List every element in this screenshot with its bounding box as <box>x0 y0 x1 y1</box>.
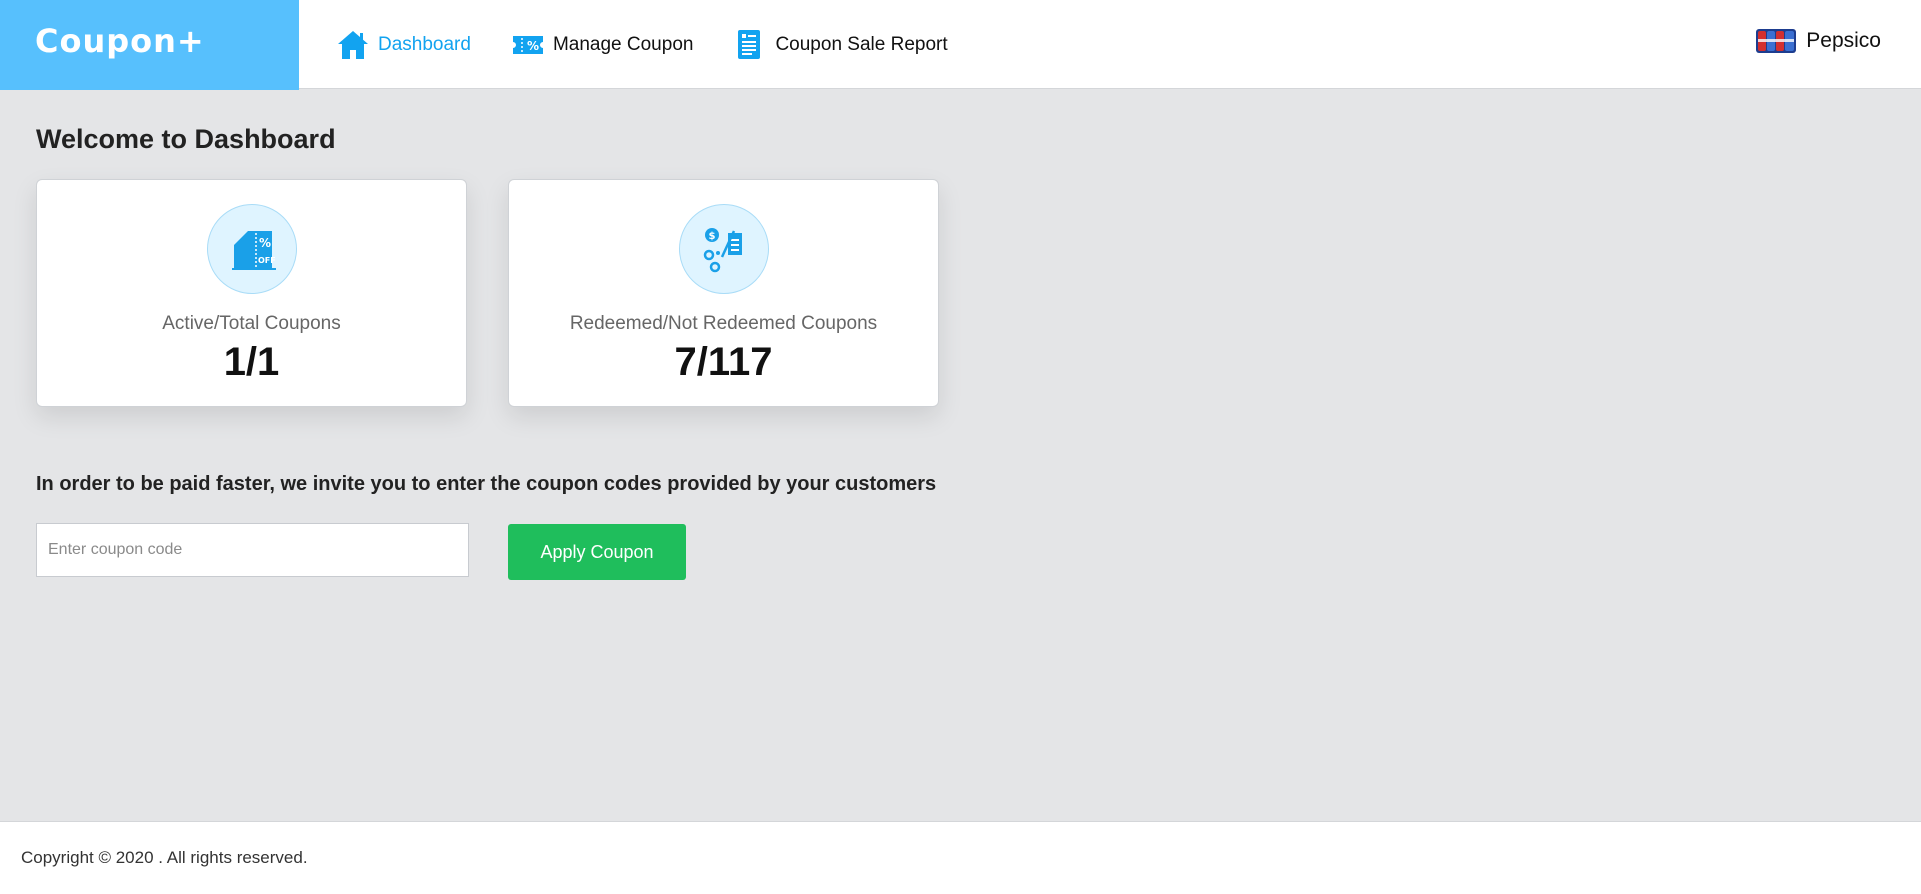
brand-name: Coupon+ <box>35 22 205 60</box>
card-label: Redeemed/Not Redeemed Coupons <box>569 313 878 334</box>
redeem-receipt-icon: $ <box>703 228 742 273</box>
copyright-text: Copyright © 2020 . All rights reserved. <box>21 848 308 867</box>
top-header: Coupon+ Dashboard % Manage Coupon Coupon… <box>0 0 1921 90</box>
user-menu[interactable]: Pepsico <box>1756 26 1881 56</box>
card-value: 7/117 <box>674 340 773 384</box>
page-footer: Copyright © 2020 . All rights reserved. <box>0 821 1921 894</box>
main-nav: Dashboard % Manage Coupon Coupon Sale Re… <box>336 0 988 89</box>
redeemed-coupons-card: $ Redeemed/Not Redeemed Coupons 7/117 <box>508 179 939 407</box>
coupon-code-input[interactable] <box>36 523 469 577</box>
nav-item-manage-coupon[interactable]: % Manage Coupon <box>511 28 694 62</box>
nav-item-label: Dashboard <box>378 33 471 55</box>
card-value: 1/1 <box>223 340 280 384</box>
svg-text:%: % <box>527 39 539 53</box>
nav-item-dashboard[interactable]: Dashboard <box>336 28 471 62</box>
svg-text:OFF: OFF <box>258 256 276 265</box>
nav-item-label: Manage Coupon <box>552 33 694 55</box>
brand-logo[interactable]: Coupon+ <box>0 0 299 90</box>
pepsico-logo <box>1756 29 1797 53</box>
svg-text:$: $ <box>709 231 716 242</box>
nav-item-coupon-sale-report[interactable]: Coupon Sale Report <box>733 28 948 62</box>
report-document-icon <box>738 29 761 59</box>
card-icon-circle: $ <box>679 204 769 294</box>
card-label: Active/Total Coupons <box>162 313 341 334</box>
home-icon <box>338 30 368 59</box>
card-icon-circle: % OFF <box>207 204 297 294</box>
coupon-percent-off-icon: % OFF <box>232 231 276 270</box>
coupon-ticket-icon: % <box>512 35 543 54</box>
user-name: Pepsico <box>1806 29 1881 52</box>
page-title: Welcome to Dashboard <box>36 124 336 154</box>
active-coupons-card: % OFF Active/Total Coupons 1/1 <box>36 179 467 407</box>
apply-coupon-button[interactable]: Apply Coupon <box>508 524 686 580</box>
coupon-instruction-text: In order to be paid faster, we invite yo… <box>36 473 937 495</box>
nav-item-label: Coupon Sale Report <box>775 33 948 55</box>
svg-text:%: % <box>259 236 271 250</box>
